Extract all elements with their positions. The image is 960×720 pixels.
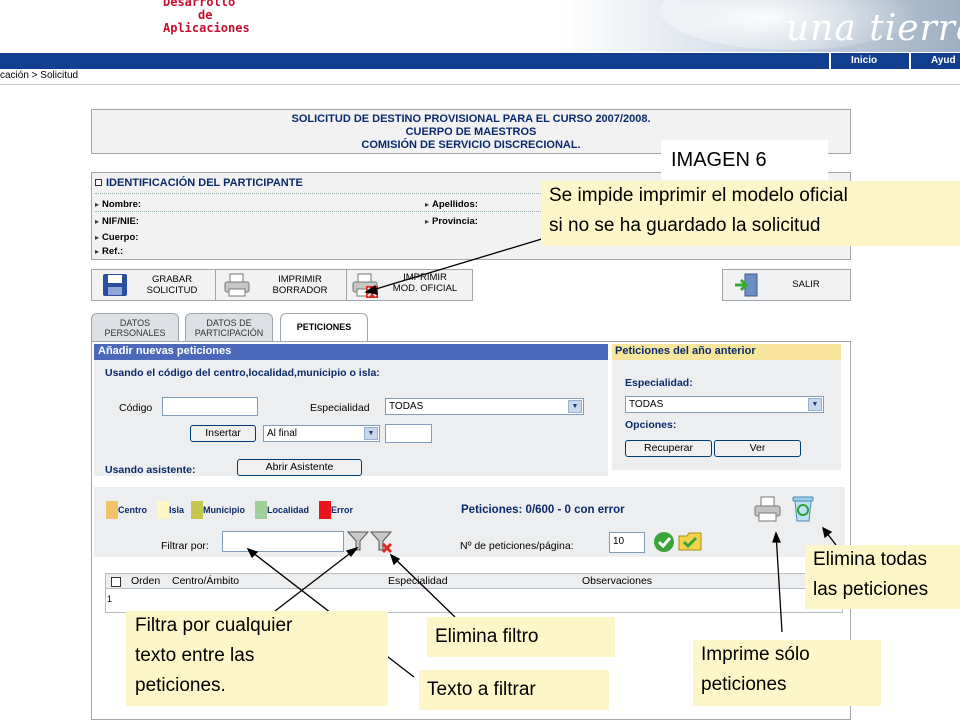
callout-filter-info: Filtra por cualquier texto entre las pet… — [126, 611, 388, 706]
callout-delete-all-line-1: Elimina todas — [813, 549, 928, 570]
callout-filter-text: Texto a filtrar — [419, 670, 609, 710]
callout-print-only: Imprime sólo peticiones — [693, 640, 881, 706]
callout-print-only-line-2: peticiones — [701, 674, 787, 695]
annotation-backing — [473, 262, 722, 319]
callout-delete-all: Elimina todas las peticiones — [805, 545, 960, 609]
callout-delete-all-line-2: las peticiones — [813, 579, 929, 600]
callout-filter-info-line-1: Filtra por cualquier — [135, 615, 293, 636]
callout-print-blocked-line-1: Se impide imprimir el modelo oficial — [549, 185, 848, 206]
image-number-label: IMAGEN 6 — [661, 140, 828, 180]
callout-filter-info-line-3: peticiones. — [135, 675, 226, 696]
callout-print-blocked: Se impide imprimir el modelo oficial si … — [541, 181, 960, 246]
callout-print-only-line-1: Imprime sólo — [701, 644, 810, 665]
callout-print-blocked-line-2: si no se ha guardado la solicitud — [549, 215, 821, 236]
callout-filter-info-line-2: texto entre las — [135, 645, 255, 666]
callout-remove-filter: Elimina filtro — [427, 617, 615, 657]
